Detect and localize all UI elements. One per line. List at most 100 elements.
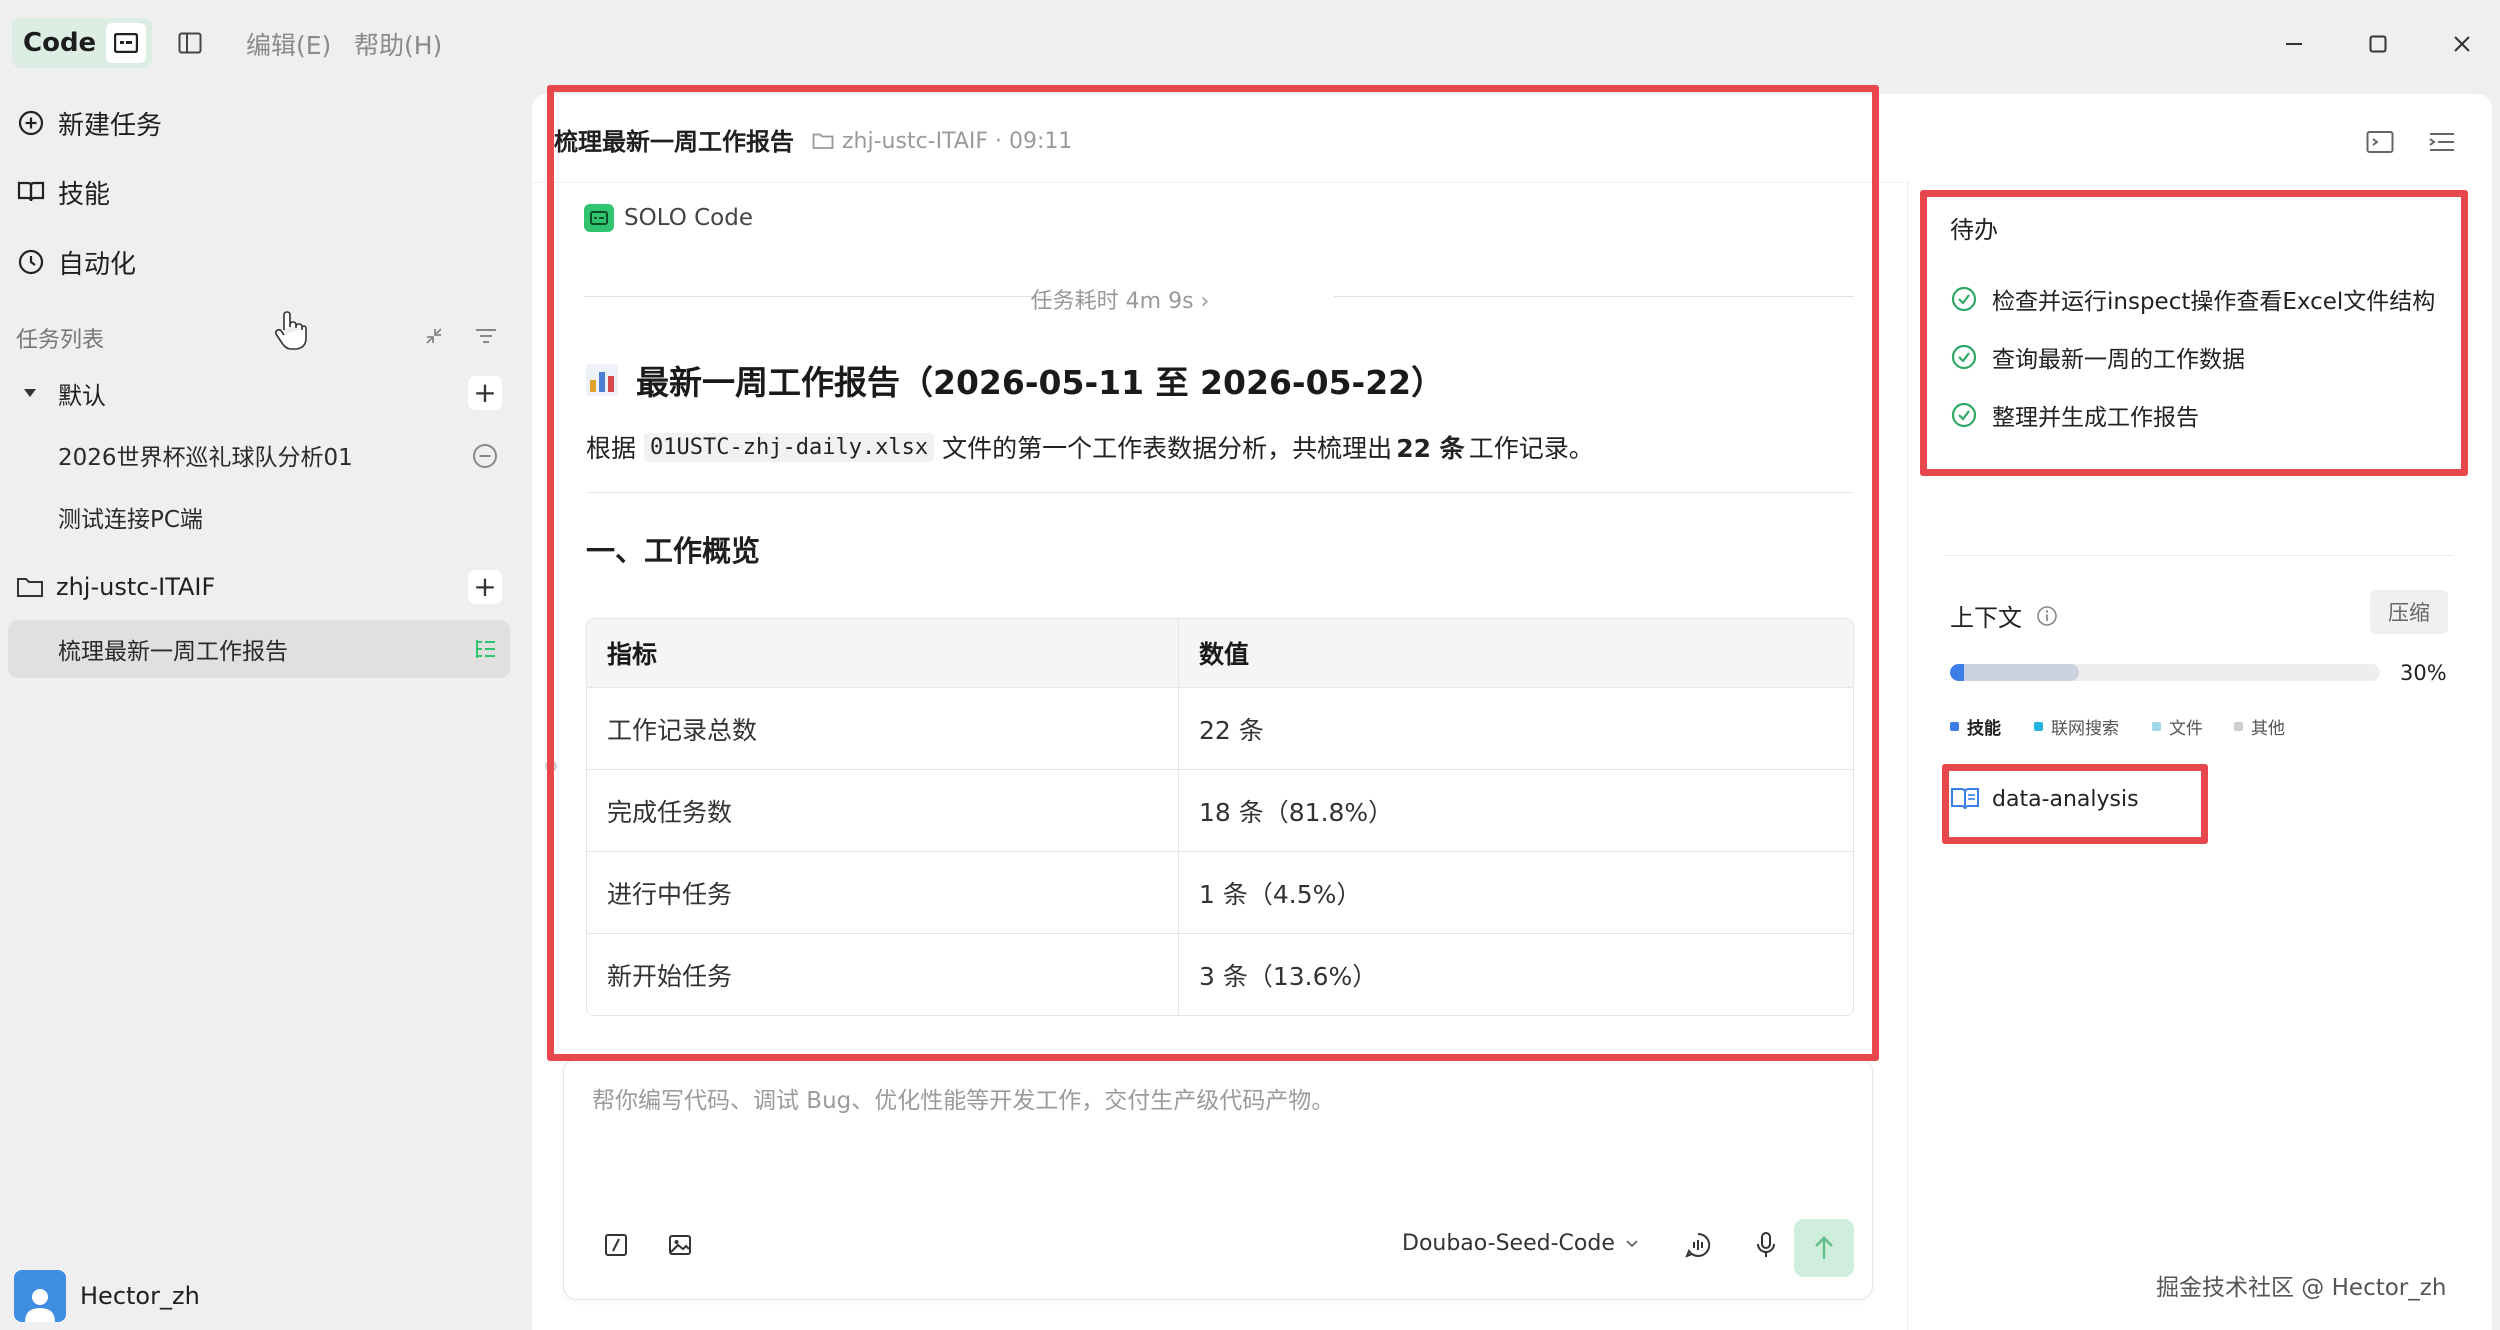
legend-item: 文件	[2152, 714, 2203, 739]
todo-text: 查询最新一周的工作数据	[1992, 347, 2245, 373]
todo-item: 整理并生成工作报告	[1950, 398, 2199, 432]
task-item-label: 2026世界杯巡礼球队分析01	[58, 445, 353, 471]
table-header-cell: 数值	[1199, 640, 1250, 669]
automation-label: 自动化	[58, 249, 137, 280]
legend-item: 联网搜索	[2034, 714, 2119, 739]
file-name-code: 01USTC-zhj-daily.xlsx	[644, 432, 935, 462]
table-cell: 完成任务数	[587, 770, 1179, 851]
section-title: 一、工作概览	[586, 534, 761, 568]
folder-icon	[812, 132, 834, 150]
todo-text: 检查并运行inspect操作查看Excel文件结构	[1992, 289, 2436, 315]
task-tree-icon	[470, 634, 500, 664]
terminal-icon[interactable]	[106, 23, 146, 63]
close-icon[interactable]	[2440, 22, 2484, 66]
task-list-header: 任务列表	[16, 328, 105, 353]
check-circle-icon	[1951, 286, 1977, 312]
add-task-default-button[interactable]: +	[468, 376, 502, 410]
table-header-row: 指标 数值	[587, 619, 1853, 687]
filter-icon[interactable]	[470, 320, 502, 352]
code-label: Code	[23, 28, 97, 58]
table-row: 新开始任务 3 条（13.6%）	[587, 933, 1853, 1015]
page-title: 梳理最新一周工作报告	[554, 128, 794, 156]
task-duration-toggle[interactable]: 任务耗时 4m 9s ›	[1031, 283, 1210, 315]
caret-down-icon	[22, 387, 44, 399]
message-input-box[interactable]: 帮你编写代码、调试 Bug、优化性能等开发工作，交付生产级代码产物。 Douba…	[563, 1058, 1873, 1300]
send-button[interactable]	[1794, 1219, 1854, 1277]
message-input-placeholder[interactable]: 帮你编写代码、调试 Bug、优化性能等开发工作，交付生产级代码产物。	[592, 1081, 1334, 1115]
new-task-button[interactable]: 新建任务	[16, 98, 162, 148]
agent-name: SOLO Code	[624, 205, 753, 231]
report-title-text: 最新一周工作报告（2026-05-11 至 2026-05-22）	[636, 363, 1445, 402]
collapse-icon[interactable]	[418, 320, 450, 352]
user-profile[interactable]: Hector_zh	[14, 1270, 200, 1322]
menu-help[interactable]: 帮助(H)	[354, 26, 442, 62]
task-item-active[interactable]: 梳理最新一周工作报告	[8, 620, 510, 678]
model-selector[interactable]: Doubao-Seed-Code	[1402, 1231, 1639, 1256]
terminal-panel-icon[interactable]	[2360, 122, 2400, 162]
minimize-icon[interactable]	[2272, 22, 2316, 66]
book-icon	[16, 177, 46, 207]
outline-panel-icon[interactable]	[2422, 122, 2462, 162]
microphone-icon[interactable]	[1746, 1225, 1786, 1265]
maximize-icon[interactable]	[2356, 22, 2400, 66]
desc-prefix: 根据	[586, 434, 637, 463]
table-cell: 22 条	[1199, 715, 1264, 745]
todo-item: 检查并运行inspect操作查看Excel文件结构	[1950, 282, 2435, 316]
image-upload-icon[interactable]	[660, 1225, 700, 1265]
todo-title: 待办	[1950, 216, 1998, 244]
divider	[1944, 555, 2454, 556]
minus-circle-icon[interactable]	[470, 441, 500, 471]
table-cell: 1 条（4.5%）	[1199, 879, 1362, 909]
legend-swatch	[1950, 722, 1959, 731]
folder-icon	[16, 576, 44, 598]
desc-suffix: 工作记录。	[1468, 434, 1594, 463]
todo-item: 查询最新一周的工作数据	[1950, 340, 2245, 374]
table-row: 进行中任务 1 条（4.5%）	[587, 851, 1853, 933]
legend-label: 其他	[2251, 719, 2285, 739]
divider	[1907, 180, 1908, 1330]
watermark: 掘金技术社区 @ Hector_zh	[2156, 1275, 2447, 1301]
table-row: 完成任务数 18 条（81.8%）	[587, 769, 1853, 851]
toggle-sidebar-icon[interactable]	[173, 26, 207, 60]
todo-text: 整理并生成工作报告	[1992, 405, 2199, 431]
voice-chat-icon[interactable]	[1678, 1225, 1718, 1265]
clock-icon	[16, 247, 46, 277]
skills-button[interactable]: 技能	[16, 167, 110, 217]
menu-edit[interactable]: 编辑(E)	[246, 26, 331, 62]
legend-item: 其他	[2234, 714, 2285, 739]
group-default-label: 默认	[58, 381, 106, 410]
task-item-label: 梳理最新一周工作报告	[58, 639, 288, 665]
compress-button[interactable]: 压缩	[2370, 590, 2448, 634]
task-item[interactable]: 2026世界杯巡礼球队分析01	[8, 426, 510, 484]
divider	[532, 182, 1902, 183]
automation-button[interactable]: 自动化	[16, 237, 136, 287]
desc-mid: 文件的第一个工作表数据分析，共梳理出	[942, 434, 1393, 463]
divider	[584, 296, 1052, 297]
chat-meta: zhj-ustc-ITAIF · 09:11	[812, 129, 1072, 154]
legend-item: 技能	[1950, 714, 2001, 739]
code-mode-badge[interactable]: Code	[12, 18, 152, 68]
group-default[interactable]: 默认	[22, 370, 106, 416]
new-task-label: 新建任务	[58, 110, 163, 141]
skill-chip[interactable]: data-analysis	[1950, 784, 2139, 814]
bar-chart-icon	[586, 364, 618, 396]
check-circle-icon	[1951, 344, 1977, 370]
check-circle-icon	[1951, 402, 1977, 428]
resize-handle[interactable]	[545, 760, 557, 772]
context-progress-bar	[1950, 664, 2380, 681]
table-cell: 18 条（81.8%）	[1199, 797, 1394, 827]
slash-command-icon[interactable]	[596, 1225, 636, 1265]
info-icon[interactable]	[2036, 605, 2058, 627]
legend-swatch	[2034, 722, 2043, 731]
title-bar: Code 编辑(E) 帮助(H)	[0, 0, 2500, 86]
agent-label: SOLO Code	[584, 204, 753, 232]
legend-swatch	[2152, 722, 2161, 731]
plus-circle-icon	[16, 108, 46, 138]
context-title-text: 上下文	[1950, 604, 2022, 632]
task-item[interactable]: 测试连接PC端	[8, 488, 510, 546]
legend-label: 联网搜索	[2051, 719, 2119, 739]
group-project[interactable]: zhj-ustc-ITAIF	[16, 564, 215, 610]
chat-header: 梳理最新一周工作报告 zhj-ustc-ITAIF · 09:11	[554, 122, 1072, 157]
add-task-project-button[interactable]: +	[468, 570, 502, 604]
avatar	[14, 1270, 66, 1322]
